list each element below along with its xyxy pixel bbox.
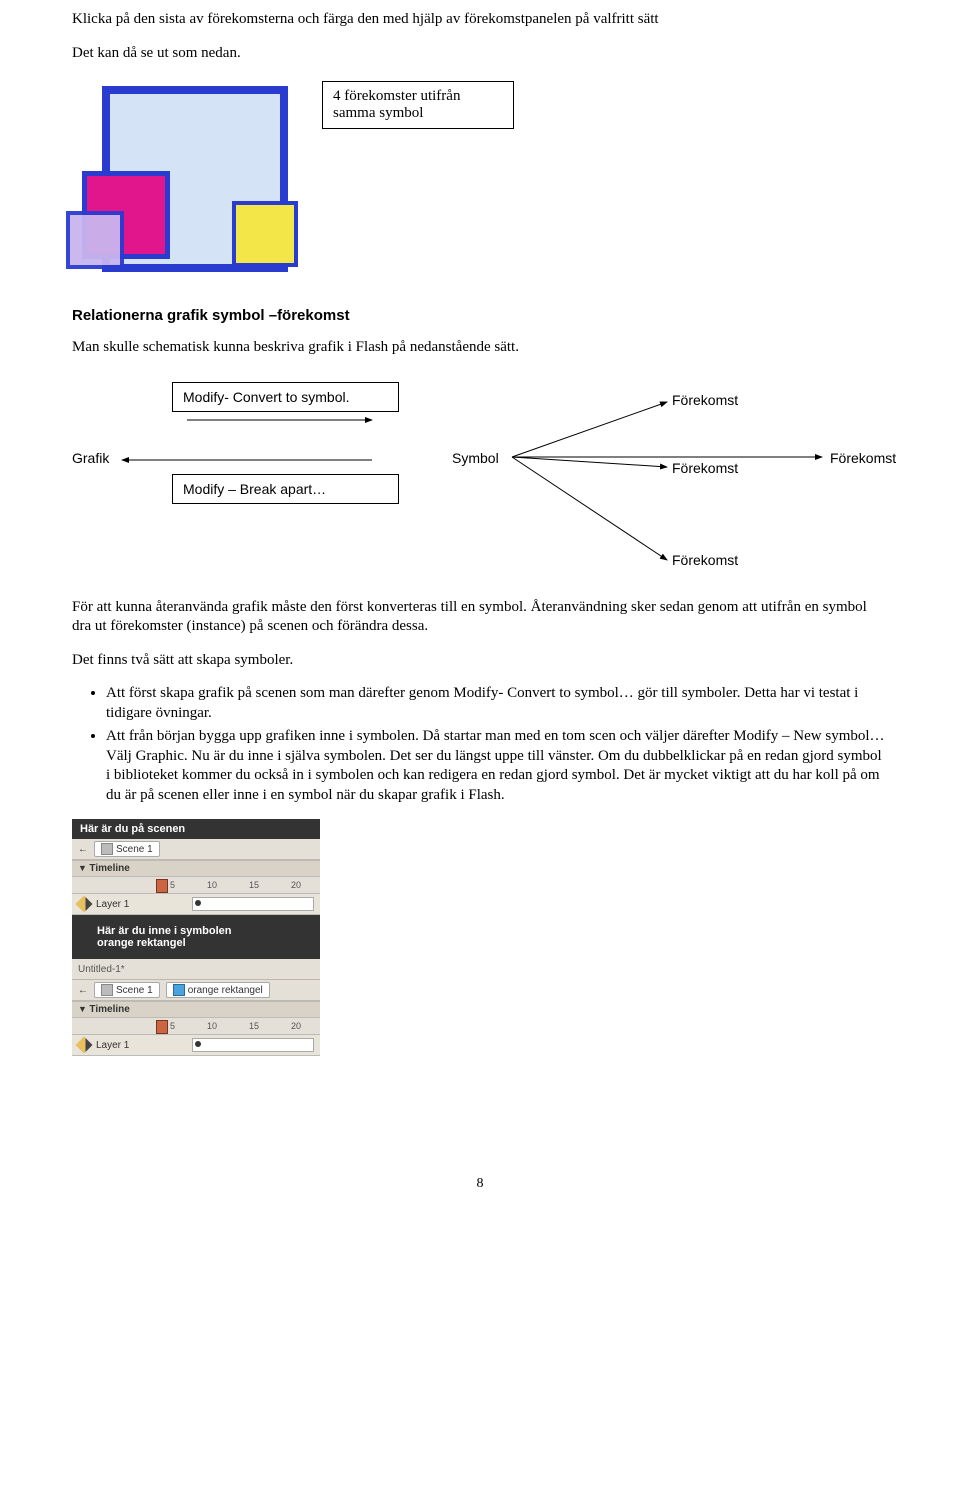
section-heading: Relationerna grafik symbol –förekomst [72,307,888,324]
timeline-header-1: Timeline [72,860,320,877]
back-arrow-icon-2 [78,985,88,996]
ruler-15: 15 [249,880,259,890]
graphic-pill: orange rektangel [166,982,270,998]
layer-label-2: Layer 1 [96,1040,129,1051]
screenshots-block: Här är du på scenen Scene 1 Timeline 5 1… [72,819,320,1056]
scene-bar-2: Scene 1 orange rektangel [72,980,320,1001]
illustration-row: 4 förekomster utifrån samma symbol [72,81,888,281]
bullet-1: Att först skapa grafik på scenen som man… [106,684,888,723]
scene-icon-2 [101,984,113,996]
pencil-icon-2 [76,1037,93,1054]
break-apart-box: Modify – Break apart… [172,474,399,504]
back-arrow-icon [78,844,88,855]
caption-2-line-1: Här är du inne i symbolen [97,925,231,937]
label-forekomst-3: Förekomst [830,450,896,466]
document-title: Untitled-1* [78,964,125,975]
timeline-ruler-2: 5 10 15 20 [72,1018,320,1035]
caption-2-line-2: orange rektangel [97,937,186,949]
label-grafik: Grafik [72,450,109,466]
frame-track-1 [192,897,314,911]
ruler2-15: 15 [249,1021,259,1031]
ruler2-20: 20 [291,1021,301,1031]
scene-label-1: Scene 1 [116,844,153,855]
layer-label-1: Layer 1 [96,899,129,910]
intro-line-2: Det kan då se ut som nedan. [72,44,888,64]
scene-pill-1: Scene 1 [94,841,160,857]
screenshot-caption-2: Här är du inne i symbolen orange rektang… [72,915,320,959]
layer-row-1: Layer 1 [72,894,320,915]
paragraph-3: Man skulle schematisk kunna beskriva gra… [72,338,888,358]
squares-illustration [72,81,282,281]
graphic-symbol-icon [173,984,185,996]
graphic-label: orange rektangel [188,985,263,996]
paragraph-5: Det finns två sätt att skapa symboler. [72,651,888,671]
ruler-5: 5 [170,880,175,890]
ruler2-5: 5 [170,1021,175,1031]
frame-track-2 [192,1038,314,1052]
layer-row-2: Layer 1 [72,1035,320,1056]
scene-bar-1: Scene 1 [72,839,320,860]
label-forekomst-4: Förekomst [672,552,738,568]
frame-marker-icon [156,879,168,893]
timeline-header-2: Timeline [72,1001,320,1018]
scene-icon [101,843,113,855]
page-number: 8 [72,1176,888,1192]
ruler2-10: 10 [207,1021,217,1031]
bullet-list: Att först skapa grafik på scenen som man… [72,684,888,805]
yellow-square-icon [232,201,298,267]
ruler-20: 20 [291,880,301,890]
frame-marker-icon-2 [156,1020,168,1034]
convert-box: Modify- Convert to symbol. [172,382,399,412]
scene-pill-2: Scene 1 [94,982,160,998]
bullet-2: Att från början bygga upp grafiken inne … [106,727,888,805]
paragraph-4: För att kunna återanvända grafik måste d… [72,598,888,637]
lavender-square-icon [66,211,124,269]
screenshot-caption-1: Här är du på scenen [72,819,320,839]
timeline-ruler-1: 5 10 15 20 [72,877,320,894]
relation-diagram: Modify- Convert to symbol. Modify – Brea… [72,372,888,592]
ruler-10: 10 [207,880,217,890]
label-forekomst-1: Förekomst [672,392,738,408]
pencil-icon [76,896,93,913]
intro-line-1: Klicka på den sista av förekomsterna och… [72,10,888,30]
scene-label-2: Scene 1 [116,985,153,996]
doc-title-bar: Untitled-1* [72,959,320,980]
label-forekomst-2: Förekomst [672,460,738,476]
caption-box: 4 förekomster utifrån samma symbol [322,81,514,129]
label-symbol: Symbol [452,450,499,466]
